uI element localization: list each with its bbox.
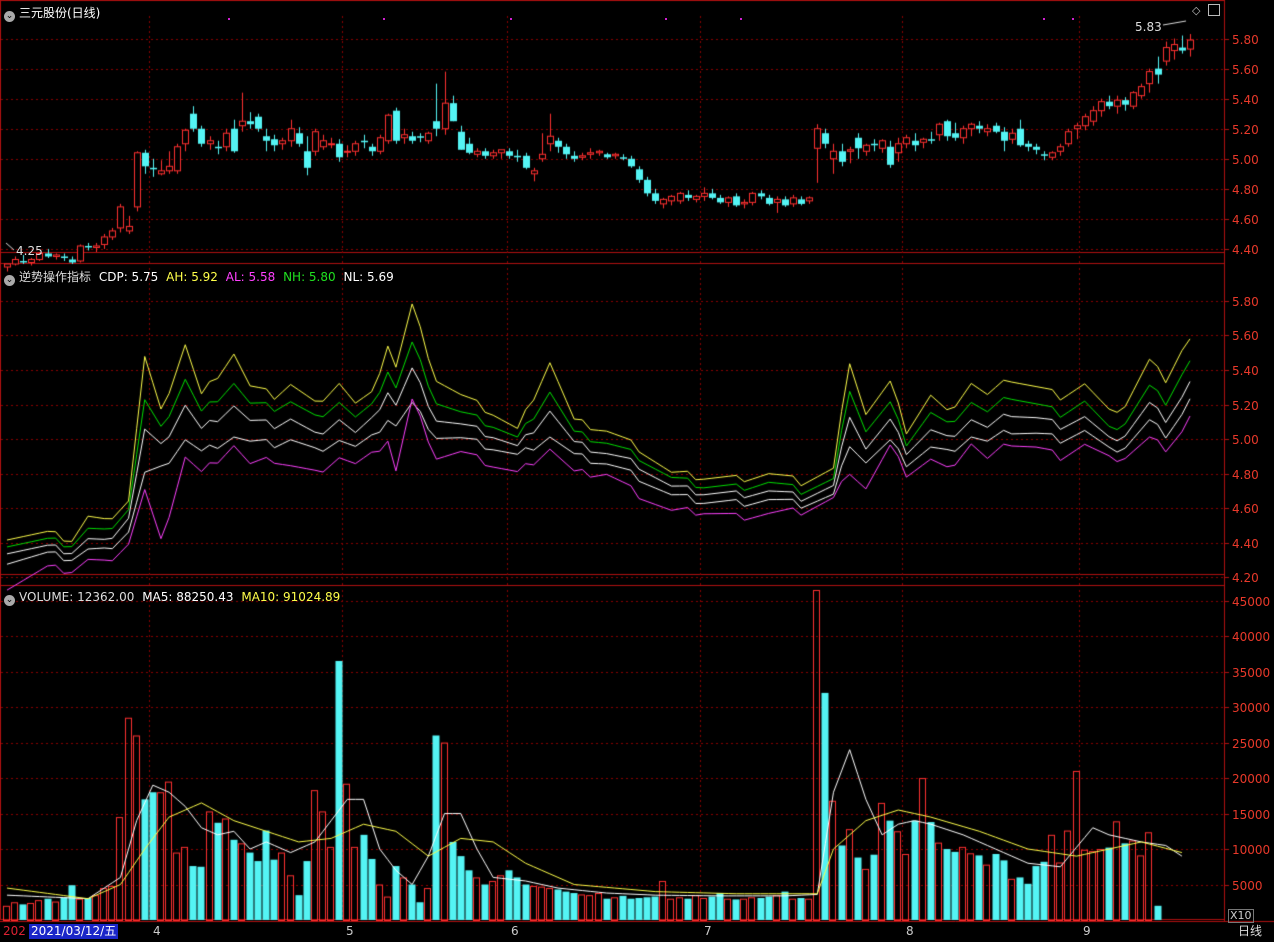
y-tick-label: 4.60 <box>1232 212 1259 227</box>
month-label-8: 8 <box>906 924 914 938</box>
scale-badge[interactable]: X10 <box>1228 909 1254 923</box>
event-marker <box>665 18 667 20</box>
y-tick-label: 5.80 <box>1232 294 1259 309</box>
y-tick-label: 4.80 <box>1232 467 1259 482</box>
month-label-5: 5 <box>346 924 354 938</box>
y-tick-label: 15000 <box>1232 807 1271 822</box>
al-label: AL: 5.58 <box>225 270 276 284</box>
y-tick-label: 4.40 <box>1232 242 1259 257</box>
y-tick-label: 10000 <box>1232 842 1271 857</box>
event-marker <box>510 18 512 20</box>
indicator-header: ⌄ 逆势操作指标 CDP: 5.75 AH: 5.92 AL: 5.58 NH: … <box>4 268 398 286</box>
chevron-down-icon[interactable]: ⌄ <box>4 595 15 606</box>
volume-header: ⌄ VOLUME: 12362.00 MA5: 88250.43 MA10: 91… <box>4 590 344 606</box>
chevron-down-icon[interactable]: ⌄ <box>4 275 15 286</box>
date-cursor-box: 2021/03/12/五 <box>29 924 119 939</box>
event-marker <box>1043 18 1045 20</box>
volume-name: VOLUME: 12362.00 <box>19 590 135 604</box>
y-tick-label: 4.60 <box>1232 501 1259 516</box>
y-tick-label: 5.60 <box>1232 328 1259 343</box>
chevron-down-icon[interactable]: ⌄ <box>4 11 15 22</box>
event-marker <box>740 18 742 20</box>
event-marker <box>383 18 385 20</box>
y-tick-label: 20000 <box>1232 771 1271 786</box>
y-tick-label: 5.00 <box>1232 432 1259 447</box>
cdp-label: CDP: 5.75 <box>98 270 159 284</box>
chart-canvas <box>0 0 1274 942</box>
nh-label: NH: 5.80 <box>283 270 336 284</box>
y-tick-label: 5.40 <box>1232 92 1259 107</box>
y-tick-label: 40000 <box>1232 629 1271 644</box>
event-marker <box>228 18 230 20</box>
y-tick-label: 5.20 <box>1232 398 1259 413</box>
ma10-label: MA10: 91024.89 <box>241 590 341 604</box>
y-tick-label: 45000 <box>1232 594 1271 609</box>
month-label-6: 6 <box>511 924 519 938</box>
y-tick-label: 5.60 <box>1232 62 1259 77</box>
date-prefix: 202 <box>3 924 26 938</box>
stock-title: 三元股份(日线) <box>19 6 101 20</box>
month-label-4: 4 <box>153 924 161 938</box>
month-label-7: 7 <box>704 924 712 938</box>
high-price-label: 5.83 <box>1135 20 1162 34</box>
low-price-label: 4.25 <box>16 244 43 258</box>
y-tick-label: 4.80 <box>1232 182 1259 197</box>
stock-header: ⌄ 三元股份(日线) <box>4 4 104 22</box>
ah-label: AH: 5.92 <box>166 270 218 284</box>
event-marker <box>1072 18 1074 20</box>
y-tick-label: 5.80 <box>1232 32 1259 47</box>
y-tick-label: 5000 <box>1232 878 1263 893</box>
ma5-label: MA5: 88250.43 <box>142 590 234 604</box>
y-tick-label: 25000 <box>1232 736 1271 751</box>
y-tick-label: 5.40 <box>1232 363 1259 378</box>
nl-label: NL: 5.69 <box>343 270 394 284</box>
y-tick-label: 5.20 <box>1232 122 1259 137</box>
y-tick-label: 30000 <box>1232 700 1271 715</box>
period-label[interactable]: 日线 <box>1238 924 1262 939</box>
y-tick-label: 4.40 <box>1232 536 1259 551</box>
y-tick-label: 5.00 <box>1232 152 1259 167</box>
indicator-name: 逆势操作指标 <box>19 270 92 284</box>
window-toggle-icon[interactable] <box>1208 4 1220 16</box>
month-label-9: 9 <box>1083 924 1091 938</box>
diamond-icon[interactable]: ◇ <box>1192 5 1200 16</box>
y-tick-label: 35000 <box>1232 665 1271 680</box>
y-tick-label: 4.20 <box>1232 570 1259 585</box>
